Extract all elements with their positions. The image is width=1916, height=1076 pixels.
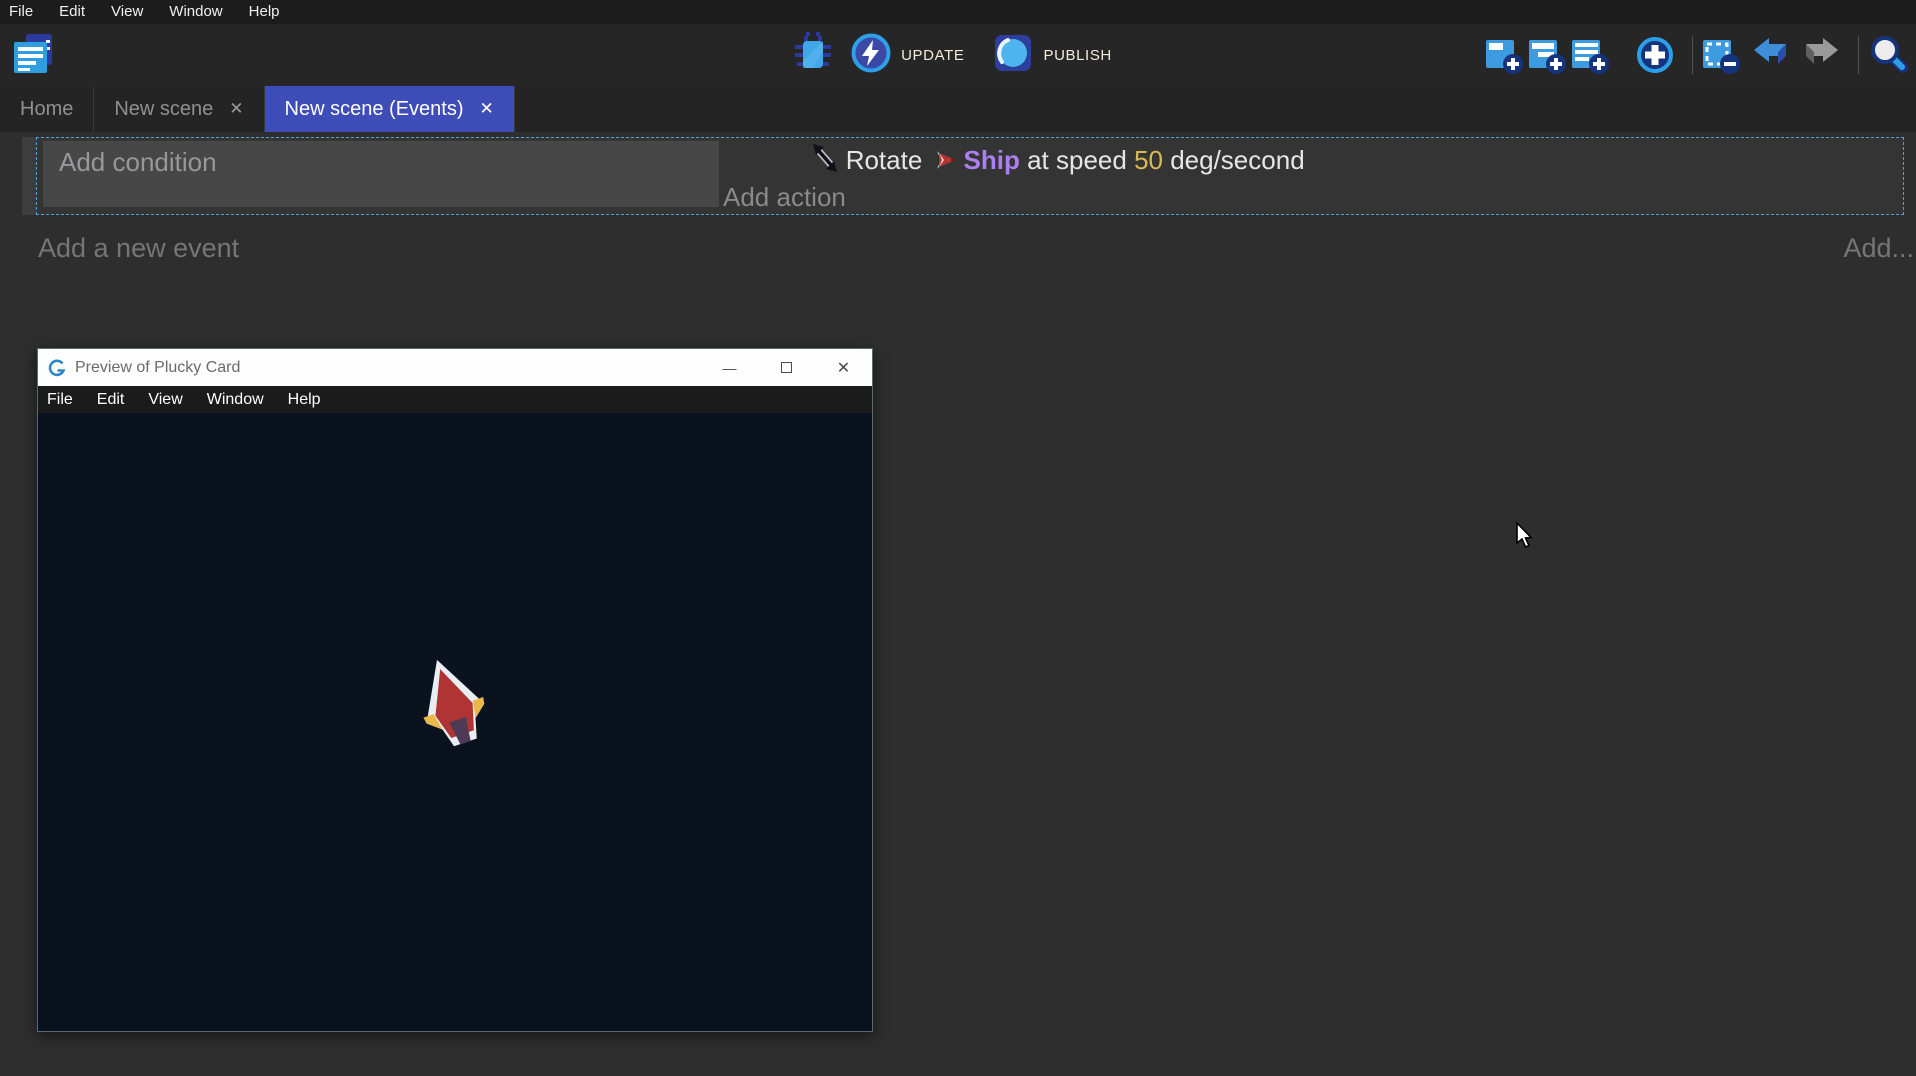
tab-label: New scene (Events) xyxy=(285,98,464,121)
menu-help[interactable]: Help xyxy=(236,0,293,24)
preview-menu-window[interactable]: Window xyxy=(195,391,276,409)
actions-column: Rotate Ship at speed 50 deg/second xyxy=(723,138,1903,214)
close-icon[interactable]: ✕ xyxy=(229,99,243,119)
menu-view[interactable]: View xyxy=(98,0,156,24)
tab-new-scene[interactable]: New scene ✕ xyxy=(94,86,264,132)
toolbar-center-group: UPDATE PUBLISH xyxy=(0,24,1916,86)
mouse-cursor xyxy=(1516,522,1536,555)
add-event-icon[interactable] xyxy=(1483,34,1525,76)
redo-icon[interactable] xyxy=(1800,34,1842,76)
add-comment-icon[interactable] xyxy=(1569,34,1611,76)
tab-new-scene-events[interactable]: New scene (Events) ✕ xyxy=(265,86,515,132)
action-text-mid: at speed xyxy=(1020,145,1134,176)
preview-menu-file[interactable]: File xyxy=(38,391,85,409)
preview-window: Preview of Plucky Card — ✕ File Edit Vie… xyxy=(37,348,873,1032)
menu-file[interactable]: File xyxy=(0,0,46,24)
publish-button[interactable]: PUBLISH xyxy=(992,32,1125,79)
tab-label: New scene xyxy=(114,98,213,121)
preview-window-title: Preview of Plucky Card xyxy=(75,359,240,377)
update-label: UPDATE xyxy=(901,47,964,64)
add-new-event-button[interactable]: Add a new event xyxy=(38,233,239,264)
action-value: 50 xyxy=(1134,145,1163,176)
tab-label: Home xyxy=(20,98,73,121)
add-subevent-icon[interactable] xyxy=(1526,34,1568,76)
editor-tab-bar: Home New scene ✕ New scene (Events) ✕ xyxy=(0,86,1916,132)
choose-event-icon[interactable] xyxy=(1634,34,1676,76)
window-controls: — ✕ xyxy=(701,349,872,386)
gdevelop-window: File Edit View Window Help xyxy=(0,0,1916,1076)
remove-event-icon[interactable] xyxy=(1700,34,1742,76)
gdevelop-logo xyxy=(48,359,66,377)
preview-title-bar[interactable]: Preview of Plucky Card — ✕ xyxy=(38,349,872,386)
action-object-name: Ship xyxy=(964,145,1020,176)
minimize-icon[interactable]: — xyxy=(701,349,758,386)
preview-menu-help[interactable]: Help xyxy=(276,391,333,409)
add-condition-placeholder: Add condition xyxy=(43,141,719,178)
ship-sprite xyxy=(402,644,503,763)
update-lightning-icon xyxy=(850,32,892,79)
publish-planet-icon xyxy=(992,32,1034,79)
event-row[interactable]: Add condition Rotate xyxy=(36,137,1904,215)
main-menu-bar: File Edit View Window Help xyxy=(0,0,1916,24)
update-button[interactable]: UPDATE xyxy=(850,32,978,79)
close-icon[interactable]: ✕ xyxy=(480,99,494,119)
debug-bug-icon[interactable] xyxy=(790,29,836,82)
add-condition-zone[interactable]: Add condition xyxy=(43,141,719,207)
search-icon[interactable] xyxy=(1868,34,1910,76)
publish-label: PUBLISH xyxy=(1043,47,1111,64)
add-more-button[interactable]: Add... xyxy=(1843,233,1914,264)
maximize-icon[interactable] xyxy=(758,349,815,386)
toolbar-divider xyxy=(1858,36,1859,74)
ship-sprite-icon xyxy=(935,148,959,172)
event-drag-handle[interactable] xyxy=(22,137,36,215)
preview-menu-view[interactable]: View xyxy=(136,391,194,409)
game-canvas[interactable] xyxy=(38,413,872,1031)
add-event-row: Add a new event Add... xyxy=(0,227,1916,273)
menu-window[interactable]: Window xyxy=(156,0,235,24)
toolbar-divider xyxy=(1692,36,1693,74)
undo-icon[interactable] xyxy=(1750,34,1792,76)
add-action-zone[interactable]: Add action xyxy=(723,180,1903,214)
action-verb: Rotate xyxy=(846,145,930,176)
preview-menu-bar: File Edit View Window Help xyxy=(38,386,872,413)
menu-edit[interactable]: Edit xyxy=(46,0,98,24)
action-text-end: deg/second xyxy=(1163,145,1305,176)
close-icon[interactable]: ✕ xyxy=(815,349,872,386)
tab-home[interactable]: Home xyxy=(0,86,94,132)
main-toolbar: UPDATE PUBLISH xyxy=(0,24,1916,86)
action-rotate-ship[interactable]: Rotate Ship at speed 50 deg/second xyxy=(723,140,1903,180)
preview-menu-edit[interactable]: Edit xyxy=(85,391,137,409)
